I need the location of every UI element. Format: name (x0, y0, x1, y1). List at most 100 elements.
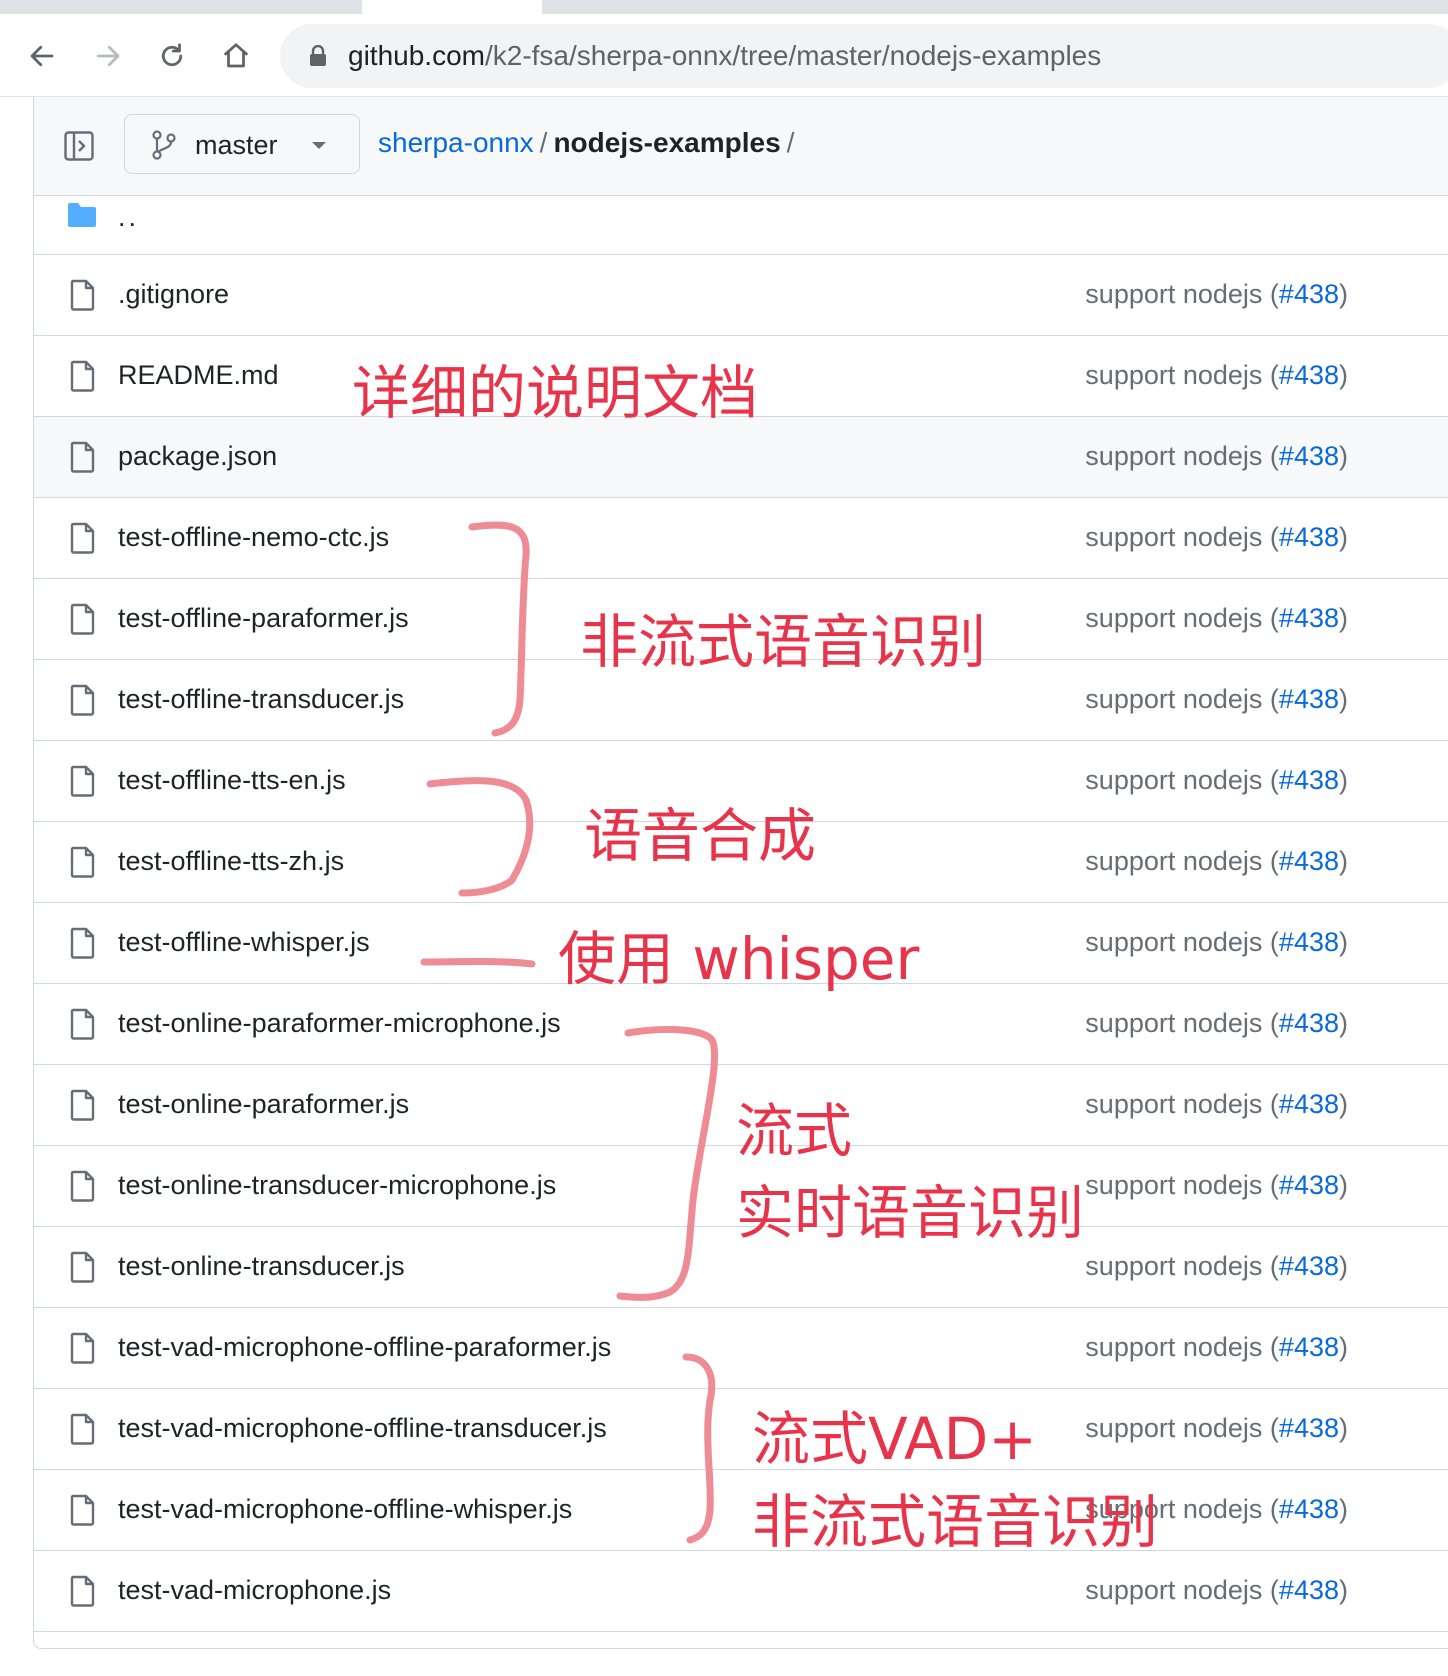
commit-message[interactable]: support nodejs (#438) (1085, 1089, 1348, 1120)
side-panel-toggle-icon[interactable] (64, 131, 94, 161)
commit-message[interactable]: support nodejs (#438) (1085, 684, 1348, 715)
file-name-link[interactable]: test-online-transducer-microphone.js (118, 1170, 556, 1201)
file-row[interactable]: .gitignore support nodejs (#438) (34, 255, 1448, 336)
reload-icon (161, 43, 183, 67)
reload-button[interactable] (152, 36, 192, 76)
commit-text: support nodejs ( (1085, 441, 1279, 471)
active-tab[interactable] (362, 0, 542, 14)
commit-close-paren: ) (1339, 927, 1348, 957)
file-row[interactable]: test-vad-microphone-offline-whisper.js su… (34, 1470, 1448, 1551)
commit-text: support nodejs ( (1085, 1008, 1279, 1038)
file-browser: master sherpa-onnx / nodejs-examples / .. .… (33, 97, 1448, 1649)
home-button[interactable] (216, 36, 256, 76)
arrow-right-icon (96, 45, 120, 67)
file-name-link[interactable]: test-online-paraformer.js (118, 1089, 409, 1120)
pull-request-link[interactable]: #438 (1279, 1413, 1339, 1443)
file-row[interactable]: test-vad-microphone-offline-transducer.j… (34, 1389, 1448, 1470)
file-name-link[interactable]: test-offline-nemo-ctc.js (118, 522, 389, 553)
file-icon (70, 1413, 95, 1445)
file-name-link[interactable]: README.md (118, 360, 279, 391)
commit-close-paren: ) (1339, 684, 1348, 714)
file-name-link[interactable]: package.json (118, 441, 277, 472)
file-name-link[interactable]: test-offline-tts-en.js (118, 765, 346, 796)
file-icon (70, 1494, 95, 1526)
commit-message[interactable]: support nodejs (#438) (1085, 846, 1348, 877)
file-row[interactable]: test-vad-microphone.js support nodejs (#4… (34, 1551, 1448, 1632)
commit-text: support nodejs ( (1085, 603, 1279, 633)
commit-message[interactable]: support nodejs (#438) (1085, 1008, 1348, 1039)
file-name-link[interactable]: test-online-transducer.js (118, 1251, 405, 1282)
pull-request-link[interactable]: #438 (1279, 1575, 1339, 1605)
address-bar[interactable]: github.com/k2-fsa/sherpa-onnx/tree/maste… (280, 24, 1448, 88)
pull-request-link[interactable]: #438 (1279, 360, 1339, 390)
commit-close-paren: ) (1339, 360, 1348, 390)
file-name-link[interactable]: .gitignore (118, 279, 229, 310)
commit-close-paren: ) (1339, 522, 1348, 552)
file-name-link[interactable]: test-vad-microphone-offline-paraformer.j… (118, 1332, 611, 1363)
file-name-link[interactable]: test-vad-microphone.js (118, 1575, 391, 1606)
file-name-link[interactable]: test-vad-microphone-offline-whisper.js (118, 1494, 572, 1525)
commit-message[interactable]: support nodejs (#438) (1085, 1575, 1348, 1606)
home-icon (223, 43, 249, 68)
annotation-vad-line2: 非流式语音识别 (752, 1488, 1159, 1556)
commit-close-paren: ) (1339, 279, 1348, 309)
file-icon (70, 279, 95, 311)
branch-selector[interactable]: master (124, 114, 360, 174)
file-name-link[interactable]: test-online-paraformer-microphone.js (118, 1008, 561, 1039)
commit-message[interactable]: support nodejs (#438) (1085, 603, 1348, 634)
annotation-tts: 语音合成 (584, 802, 817, 870)
commit-message[interactable]: support nodejs (#438) (1085, 927, 1348, 958)
file-row[interactable]: test-offline-nemo-ctc.js support nodejs (… (34, 498, 1448, 579)
file-row[interactable]: test-online-paraformer-microphone.js supp… (34, 984, 1448, 1065)
file-icon (70, 927, 95, 959)
file-row[interactable]: test-vad-microphone-offline-paraformer.j… (34, 1308, 1448, 1389)
file-name-link[interactable]: test-offline-tts-zh.js (118, 846, 344, 877)
back-button[interactable] (22, 36, 62, 76)
pull-request-link[interactable]: #438 (1279, 1494, 1339, 1524)
commit-message[interactable]: support nodejs (#438) (1085, 765, 1348, 796)
commit-message[interactable]: support nodejs (#438) (1085, 1332, 1348, 1363)
pull-request-link[interactable]: #438 (1279, 684, 1339, 714)
file-icon (70, 603, 95, 635)
commit-message[interactable]: support nodejs (#438) (1085, 1413, 1348, 1444)
file-name-link[interactable]: test-offline-transducer.js (118, 684, 404, 715)
forward-button[interactable] (88, 36, 128, 76)
caret-down-icon (312, 142, 326, 149)
commit-message[interactable]: support nodejs (#438) (1085, 1251, 1348, 1282)
commit-message[interactable]: support nodejs (#438) (1085, 522, 1348, 553)
commit-message[interactable]: support nodejs (#438) (1085, 360, 1348, 391)
pull-request-link[interactable]: #438 (1279, 1251, 1339, 1281)
file-browser-header: master sherpa-onnx / nodejs-examples / (34, 97, 1448, 196)
pull-request-link[interactable]: #438 (1279, 1170, 1339, 1200)
commit-message[interactable]: support nodejs (#438) (1085, 441, 1348, 472)
commit-close-paren: ) (1339, 1575, 1348, 1605)
pull-request-link[interactable]: #438 (1279, 1332, 1339, 1362)
file-icon (70, 441, 95, 473)
folder-icon (68, 203, 96, 227)
breadcrumb-repo-link[interactable]: sherpa-onnx (378, 127, 534, 158)
pull-request-link[interactable]: #438 (1279, 765, 1339, 795)
file-name-link[interactable]: test-offline-whisper.js (118, 927, 370, 958)
pull-request-link[interactable]: #438 (1279, 1089, 1339, 1119)
parent-directory-row[interactable]: .. (34, 196, 1448, 255)
commit-text: support nodejs ( (1085, 279, 1279, 309)
commit-close-paren: ) (1339, 441, 1348, 471)
pull-request-link[interactable]: #438 (1279, 279, 1339, 309)
file-icon (70, 1170, 95, 1202)
parent-directory-link[interactable]: .. (118, 202, 139, 233)
commit-message[interactable]: support nodejs (#438) (1085, 279, 1348, 310)
file-name-link[interactable]: test-offline-paraformer.js (118, 603, 409, 634)
pull-request-link[interactable]: #438 (1279, 1008, 1339, 1038)
breadcrumb-trailing-separator: / (786, 127, 795, 158)
commit-text: support nodejs ( (1085, 1413, 1279, 1443)
pull-request-link[interactable]: #438 (1279, 522, 1339, 552)
commit-text: support nodejs ( (1085, 927, 1279, 957)
url-text: github.com/k2-fsa/sherpa-onnx/tree/maste… (348, 40, 1101, 72)
pull-request-link[interactable]: #438 (1279, 846, 1339, 876)
url-path: /k2-fsa/sherpa-onnx/tree/master/nodejs-e… (484, 40, 1102, 71)
pull-request-link[interactable]: #438 (1279, 603, 1339, 633)
commit-message[interactable]: support nodejs (#438) (1085, 1170, 1348, 1201)
file-name-link[interactable]: test-vad-microphone-offline-transducer.j… (118, 1413, 607, 1444)
pull-request-link[interactable]: #438 (1279, 927, 1339, 957)
pull-request-link[interactable]: #438 (1279, 441, 1339, 471)
